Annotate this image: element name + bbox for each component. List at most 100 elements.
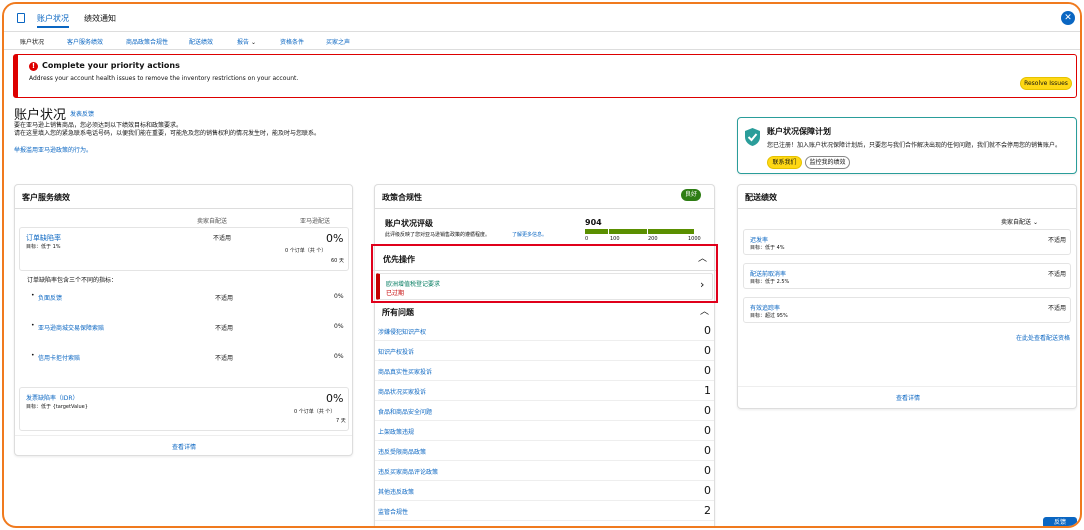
- odr-orders: 0 个订单（共 个）: [285, 248, 327, 254]
- issue-link[interactable]: 食品和商品安全问题: [378, 407, 432, 416]
- ahp-description: 您已注册！加入账户状况保障计划后，只要您与我们合作解决出现的任何问题，我们就不会…: [767, 142, 1062, 149]
- contact-us-button[interactable]: 联系我们: [767, 156, 802, 169]
- rating-score: 904: [585, 218, 602, 227]
- priority-actions-section: 优先操作 ︿ 欧洲增值税登记要求 已过期 ›: [371, 244, 718, 303]
- pc-title: 政策合规性: [382, 193, 422, 202]
- shipping-performance-card: 配送绩效 卖家自配送 ⌄ 迟发率 目标：低于 4% 不适用 配送前取消率 目标：…: [737, 184, 1077, 409]
- issue-link[interactable]: 涉嫌侵犯知识产权: [378, 327, 426, 336]
- idr-link[interactable]: 发票缺陷率（IDR）: [26, 393, 79, 402]
- cancel-rate-link[interactable]: 配送前取消率: [750, 269, 786, 278]
- resolve-issues-button[interactable]: Resolve Issues: [1020, 77, 1072, 90]
- issue-count: 0: [704, 444, 711, 457]
- close-icon[interactable]: ✕: [1061, 11, 1075, 25]
- issue-link[interactable]: 商品状况买家投诉: [378, 387, 426, 396]
- sp-title: 配送绩效: [745, 193, 777, 202]
- feedback-button[interactable]: 反馈: [1043, 517, 1077, 526]
- valid-tracking-rate-link[interactable]: 有效追踪率: [750, 303, 780, 312]
- issue-count: 0: [704, 424, 711, 437]
- priority-title: 优先操作: [383, 255, 415, 264]
- tab-account-health[interactable]: 账户状况: [37, 10, 69, 28]
- sp-view-details-link[interactable]: 查看详情: [896, 393, 920, 402]
- status-badge: 良好: [681, 189, 701, 201]
- metric-negative-feedback[interactable]: 负面反馈: [38, 293, 62, 302]
- shipping-eligibility-link[interactable]: 在此处查看配送资格: [1016, 333, 1070, 342]
- tracking-rate-target: 目标：超过 95%: [750, 313, 788, 319]
- chevron-right-icon[interactable]: ›: [700, 278, 704, 291]
- issues-list: 涉嫌侵犯知识产权 0 知识产权投诉 0 商品真实性买家投诉 0 商品状况买家投诉 1 食…: [375, 321, 714, 526]
- subnav-account-health[interactable]: 账户状况: [20, 37, 44, 46]
- metric-status: 不适用: [215, 355, 234, 362]
- odr-box: 订单缺陷率 目标：低于 1% 不适用 0% 0 个订单（共 个） 60 天: [19, 227, 349, 271]
- odr-target: 目标：低于 1%: [26, 244, 61, 250]
- learn-more-link[interactable]: 了解更多信息。: [512, 231, 547, 238]
- monitor-performance-button[interactable]: 监控我的绩效: [805, 156, 850, 169]
- divider: [373, 270, 716, 271]
- subnav-policy[interactable]: 商品政策合规性: [126, 37, 168, 46]
- issue-link[interactable]: 商品真实性买家投诉: [378, 367, 432, 376]
- subnav-shipping[interactable]: 配送绩效: [189, 37, 213, 46]
- alert-description: Address your account health issues to re…: [29, 75, 299, 82]
- metric-percent: 0%: [334, 293, 344, 300]
- issue-count: 0: [704, 464, 711, 477]
- policy-compliance-card: 政策合规性 良好 账户状况评级 此评级反映了您对亚马逊销售政策的遵循程度。 了解…: [371, 184, 718, 526]
- cs-col-merchant: 卖家自配送: [197, 218, 228, 225]
- odr-note: 订单缺陷率包含三个不同的指标：: [27, 277, 118, 284]
- priority-item-status: 已过期: [386, 290, 405, 297]
- issue-count: 0: [704, 404, 711, 417]
- issue-link[interactable]: 上架政策违规: [378, 427, 414, 436]
- subnav-reports[interactable]: 报告 ⌄: [237, 37, 256, 46]
- ahp-card: 账户状况保障计划 您已注册！加入账户状况保障计划后，只要您与我们合作解决出现的任…: [737, 117, 1077, 174]
- late-ship-status: 不适用: [1048, 237, 1067, 244]
- chevron-up-icon[interactable]: ︿: [698, 251, 707, 264]
- bullet-icon: •: [31, 352, 35, 359]
- issue-count: 0: [704, 324, 711, 337]
- metric-chargeback[interactable]: 信用卡拒付索赔: [38, 353, 80, 362]
- cancel-rate-target: 目标：低于 2.5%: [750, 279, 790, 285]
- divider: [15, 435, 352, 436]
- app-window: 账户状况 绩效通知 ✕ 账户状况 客户服务绩效 商品政策合规性 配送绩效 报告 …: [2, 2, 1082, 528]
- customer-service-card: 客户服务绩效 卖家自配送 亚马逊配送 订单缺陷率 目标：低于 1% 不适用 0%…: [14, 184, 353, 456]
- priority-item-link[interactable]: 欧洲增值税登记要求: [386, 279, 440, 288]
- subnav-voice-of-customer[interactable]: 买家之声: [326, 37, 350, 46]
- priority-item[interactable]: 欧洲增值税登记要求 已过期 ›: [376, 273, 713, 300]
- feedback-link[interactable]: 发表反馈: [70, 109, 94, 118]
- issue-link[interactable]: 监管合规性: [378, 507, 408, 516]
- issue-row: 商品真实性买家投诉 0: [375, 361, 714, 381]
- cs-view-details-link[interactable]: 查看详情: [172, 442, 196, 451]
- tab-performance-notifications[interactable]: 绩效通知: [84, 10, 116, 28]
- rating-tick: 1000: [688, 236, 701, 242]
- idr-days: 7 天: [336, 418, 346, 424]
- issue-link[interactable]: 知识产权投诉: [378, 347, 414, 356]
- report-abuse-link[interactable]: 举报滥用亚马逊政策的行为。: [14, 145, 92, 154]
- rating-title: 账户状况评级: [385, 219, 433, 228]
- issue-link[interactable]: 违反买家商品评论政策: [378, 467, 438, 476]
- bookmark-icon[interactable]: [17, 13, 25, 23]
- sp-header: 配送绩效: [738, 185, 1076, 209]
- issue-link[interactable]: 违反受限商品政策: [378, 447, 426, 456]
- rating-tick: 200: [648, 236, 658, 242]
- odr-percent: 0%: [326, 232, 344, 245]
- issue-link[interactable]: 其他违反政策: [378, 487, 414, 496]
- chevron-up-icon[interactable]: ︿: [700, 304, 709, 317]
- issue-row: 其他违反政策 0: [375, 481, 714, 501]
- idr-orders: 0 个订单（共 个）: [294, 409, 336, 415]
- late-ship-rate-link[interactable]: 迟发率: [750, 235, 768, 244]
- issue-count: 0: [704, 364, 711, 377]
- alert-title: Complete your priority actions: [42, 61, 180, 70]
- filter-label: 卖家自配送: [1001, 219, 1032, 226]
- odr-days: 60 天: [331, 258, 344, 264]
- alert-icon: !: [29, 62, 38, 71]
- metric-status: 不适用: [215, 325, 234, 332]
- metric-percent: 0%: [334, 323, 344, 330]
- odr-status: 不适用: [213, 235, 232, 242]
- fulfillment-filter[interactable]: 卖家自配送 ⌄: [1001, 217, 1038, 226]
- ahp-title: 账户状况保障计划: [767, 127, 831, 136]
- subnav-customer-service[interactable]: 客户服务绩效: [67, 37, 103, 46]
- rating-bar-segment: [648, 229, 694, 234]
- metric-percent: 0%: [334, 353, 344, 360]
- idr-percent: 0%: [326, 392, 344, 405]
- odr-link[interactable]: 订单缺陷率: [26, 233, 61, 243]
- cs-col-amazon: 亚马逊配送: [300, 218, 331, 225]
- metric-atoz-claims[interactable]: 亚马逊商城交易保障索赔: [38, 323, 104, 332]
- subnav-eligibility[interactable]: 资格条件: [280, 37, 304, 46]
